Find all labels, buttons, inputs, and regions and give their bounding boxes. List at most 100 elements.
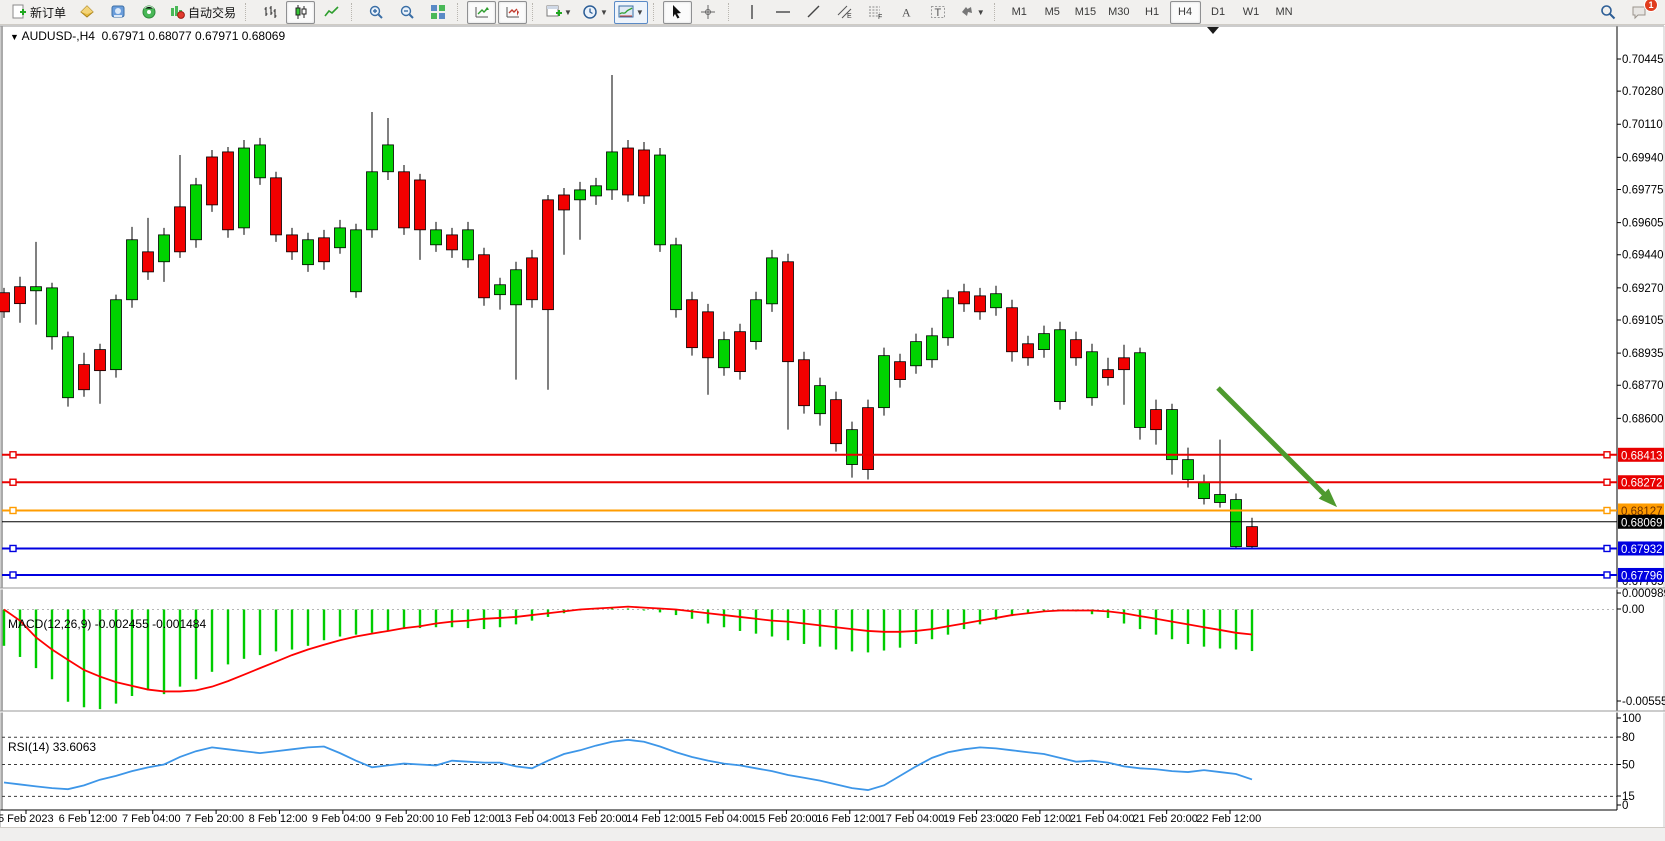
chat-badge: 1: [1644, 0, 1658, 12]
line-handle[interactable]: [1604, 452, 1610, 458]
new-chart-button[interactable]: ▼: [542, 1, 576, 24]
tab-w1[interactable]: W1: [1236, 1, 1267, 24]
svg-text:T: T: [935, 7, 942, 19]
candle: [1199, 483, 1210, 499]
text-button[interactable]: A: [893, 1, 922, 24]
chart-shift-button[interactable]: [498, 1, 527, 24]
channel-button[interactable]: E: [831, 1, 860, 24]
line-handle[interactable]: [1604, 507, 1610, 513]
text-label-button[interactable]: T: [924, 1, 953, 24]
rsi-indicator-label: RSI(14) 33.6063: [8, 740, 96, 754]
templates-button[interactable]: ▼: [614, 1, 648, 24]
candle: [783, 262, 794, 362]
time-tick-label: 15 Feb 04:00: [689, 813, 754, 825]
time-tick-label: 6 Feb 12:00: [59, 813, 118, 825]
fibonacci-button[interactable]: F: [862, 1, 891, 24]
candle: [79, 365, 90, 390]
tab-mn[interactable]: MN: [1269, 1, 1300, 24]
main-toolbar: 新订单 自动交易 ▼ ▼: [0, 0, 1665, 25]
toolbar-separator: [994, 3, 999, 21]
candle: [927, 336, 938, 360]
line-handle[interactable]: [10, 479, 16, 485]
period-button[interactable]: ▼: [578, 1, 612, 24]
candle: [911, 342, 922, 366]
price-level-badge-label: 0.68413: [1621, 450, 1663, 462]
channel-icon: E: [837, 4, 853, 20]
chat-button[interactable]: 1: [1624, 1, 1653, 24]
auto-trading-button[interactable]: 自动交易: [165, 1, 240, 24]
trendline-button[interactable]: [800, 1, 829, 24]
bar-chart-button[interactable]: [255, 1, 284, 24]
cursor-button[interactable]: [663, 1, 692, 24]
candle: [175, 207, 186, 252]
alerts-button[interactable]: [134, 1, 163, 24]
time-tick-label: 15 Feb 20:00: [753, 813, 818, 825]
candle: [479, 255, 490, 298]
line-handle[interactable]: [10, 452, 16, 458]
rsi-tick-label: 50: [1622, 760, 1635, 772]
zoom-in-icon: [368, 4, 384, 20]
auto-scroll-icon: [474, 4, 490, 20]
price-level-badge-label: 0.68069: [1621, 517, 1663, 529]
candle: [255, 145, 266, 178]
rsi-name: RSI(14): [8, 740, 49, 754]
line-handle[interactable]: [10, 545, 16, 551]
candle: [511, 270, 522, 305]
candle: [303, 240, 314, 265]
line-handle[interactable]: [1604, 545, 1610, 551]
tab-h1[interactable]: H1: [1137, 1, 1168, 24]
window-marker-icon: [1207, 27, 1219, 34]
candle: [799, 360, 810, 406]
crosshair-button[interactable]: [694, 1, 723, 24]
zoom-out-icon: [399, 4, 415, 20]
candle: [639, 150, 650, 196]
tab-m5[interactable]: M5: [1037, 1, 1068, 24]
time-tick-label: 9 Feb 20:00: [375, 813, 434, 825]
zoom-in-button[interactable]: [361, 1, 390, 24]
candle: [0, 293, 10, 312]
line-handle[interactable]: [10, 572, 16, 578]
price-chart[interactable]: 0.704450.702800.701100.699400.697750.696…: [0, 0, 1665, 841]
arrows-button[interactable]: ▼: [955, 1, 989, 24]
tile-windows-button[interactable]: [423, 1, 452, 24]
candle: [959, 292, 970, 304]
candle: [223, 152, 234, 230]
line-chart-button[interactable]: [317, 1, 346, 24]
line-handle[interactable]: [1604, 572, 1610, 578]
tab-h4-active[interactable]: H4: [1170, 1, 1201, 24]
rsi-tick-label: 0: [1622, 800, 1628, 812]
cursor-icon: [669, 4, 685, 20]
candle: [1215, 495, 1226, 503]
candle: [191, 185, 202, 240]
symbol-title: AUDUSD-,H4: [22, 29, 95, 43]
candle: [351, 230, 362, 292]
new-order-label: 新订单: [30, 4, 66, 21]
candle: [591, 186, 602, 196]
time-tick-label: 13 Feb 20:00: [563, 813, 628, 825]
chevron-down-icon: ▼: [636, 8, 644, 17]
time-tick-label: 21 Feb 04:00: [1070, 813, 1135, 825]
candle: [991, 294, 1002, 308]
zoom-out-button[interactable]: [392, 1, 421, 24]
market-watch-button[interactable]: [72, 1, 101, 24]
candlestick-chart-button[interactable]: [286, 1, 315, 24]
candle: [239, 148, 250, 228]
candle: [463, 230, 474, 260]
vertical-line-button[interactable]: [738, 1, 767, 24]
tab-m15[interactable]: M15: [1070, 1, 1101, 24]
tab-m1[interactable]: M1: [1004, 1, 1035, 24]
chart-menu-icon[interactable]: ▼: [10, 32, 19, 42]
tab-m30[interactable]: M30: [1103, 1, 1134, 24]
data-window-button[interactable]: [103, 1, 132, 24]
horizontal-line-button[interactable]: [769, 1, 798, 24]
line-handle[interactable]: [1604, 479, 1610, 485]
candle: [1183, 460, 1194, 480]
tab-d1[interactable]: D1: [1203, 1, 1234, 24]
line-handle[interactable]: [10, 507, 16, 513]
candle: [1135, 353, 1146, 428]
new-order-button[interactable]: 新订单: [7, 1, 70, 24]
chevron-down-icon: ▼: [977, 8, 985, 17]
candle: [143, 252, 154, 272]
search-button[interactable]: [1593, 1, 1622, 24]
auto-scroll-button[interactable]: [467, 1, 496, 24]
